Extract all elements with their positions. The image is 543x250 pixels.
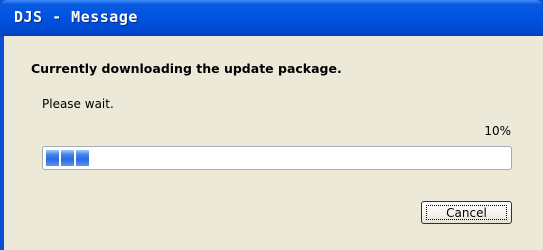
progress-percent-label: 10% — [484, 124, 511, 138]
message-dialog: DJS - Message Currently downloading the … — [0, 0, 543, 250]
progress-chunk — [76, 150, 89, 166]
dialog-body: Currently downloading the update package… — [4, 36, 543, 250]
message-heading: Currently downloading the update package… — [31, 61, 342, 76]
progress-chunk — [46, 150, 59, 166]
progress-chunk — [61, 150, 74, 166]
window-title: DJS - Message — [14, 8, 138, 26]
progress-bar-fill — [46, 150, 89, 166]
cancel-button[interactable]: Cancel — [421, 201, 512, 224]
progress-bar — [42, 146, 512, 170]
status-text: Please wait. — [42, 97, 114, 111]
cancel-button-label: Cancel — [426, 205, 507, 220]
title-bar[interactable]: DJS - Message — [0, 0, 543, 36]
